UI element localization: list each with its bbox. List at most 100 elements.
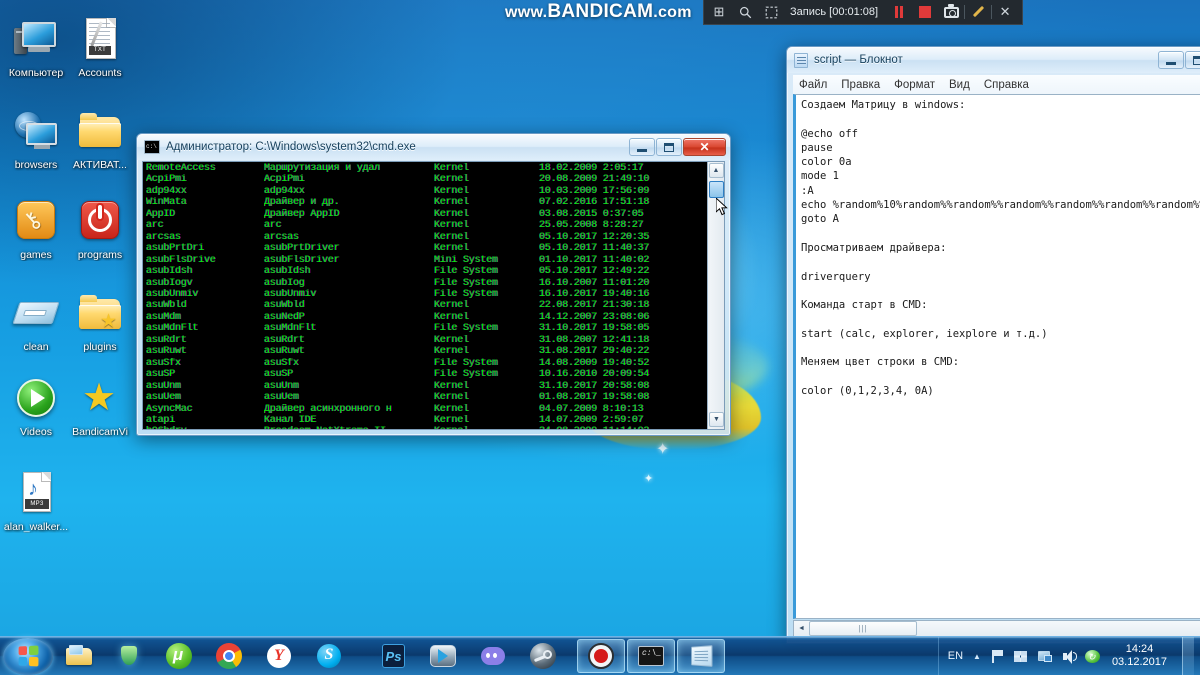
cmd-output-cell: 10.16.2010 20:09:54 (539, 369, 650, 381)
volume-icon[interactable] (1060, 648, 1077, 665)
show-desktop-button[interactable] (1182, 636, 1194, 675)
cmd-close-button[interactable]: ✕ (683, 138, 726, 156)
cmd-vertical-scrollbar[interactable]: ▲ ▼ (707, 162, 724, 429)
search-icon[interactable] (732, 1, 758, 24)
taskbar-cmd[interactable] (627, 639, 675, 673)
notepad-menubar[interactable]: Файл Правка Формат Вид Справка (793, 75, 1200, 94)
cmd-output-row: arc arc Kernel 25.05.2008 8:28:27 (146, 220, 707, 231)
screenshot-camera-icon[interactable] (938, 1, 964, 24)
region-select-icon[interactable] (758, 1, 784, 24)
notepad-horizontal-scrollbar[interactable]: ◄ ||| (793, 620, 1200, 637)
notepad-line: driverquery (801, 270, 871, 283)
bandicam-control-bar[interactable]: ⊞ Запись [00:01:08] ✕ (703, 0, 1024, 25)
menu-item-file[interactable]: Файл (799, 79, 827, 91)
desktop-icon-programs[interactable]: programs (66, 198, 134, 261)
desktop-icon-alan-walker[interactable]: ♪ MP3 alan_walker... (0, 470, 72, 533)
taskbar-explorer[interactable] (55, 639, 103, 673)
cmd-output-row: asuUem asuUem Kernel 01.08.2017 19:58:08 (146, 392, 707, 403)
cmd-scroll-up-arrow[interactable]: ▲ (708, 163, 724, 178)
notepad-line: start (calc, explorer, iexplore и т.д.) (801, 327, 1048, 340)
cmd-maximize-button[interactable] (656, 138, 682, 156)
cmd-scroll-down-arrow[interactable]: ▼ (709, 412, 724, 427)
taskbar-shield[interactable] (105, 639, 153, 673)
taskbar-wmp[interactable] (419, 639, 467, 673)
menu-item-edit[interactable]: Правка (841, 79, 880, 91)
cmd-minimize-button[interactable] (629, 138, 655, 156)
cmd-output-cell: 31.08.2007 12:41:18 (539, 334, 650, 346)
notepad-window[interactable]: script — Блокнот Файл Правка Формат Вид … (786, 46, 1200, 644)
pause-icon[interactable] (886, 1, 912, 24)
tray-overflow-arrow[interactable]: ▲ (973, 652, 981, 661)
cmd-output-cell: 16.10.2017 19:40:16 (539, 288, 650, 300)
draw-pencil-icon[interactable] (965, 1, 991, 24)
notepad-titlebar[interactable]: script — Блокнот (787, 47, 1200, 73)
power-icon (76, 198, 124, 246)
cmd-output-cell: File System (434, 288, 498, 300)
flag-icon[interactable] (988, 648, 1005, 665)
notepad-app-icon (794, 52, 808, 68)
taskbar-discord[interactable] (469, 639, 517, 673)
taskbar-steam[interactable] (519, 639, 567, 673)
cmd-output-cell: Kernel (434, 380, 469, 392)
start-button[interactable] (3, 637, 53, 675)
menu-item-format[interactable]: Формат (894, 79, 935, 91)
update-icon[interactable]: ↻ (1084, 648, 1101, 665)
cmd-output-cell: asuSfx (264, 357, 299, 369)
taskbar-skype[interactable]: S (305, 639, 353, 673)
menu-item-help[interactable]: Справка (984, 79, 1029, 91)
cmd-titlebar[interactable]: Администратор: C:\Windows\system32\cmd.e… (137, 134, 730, 160)
notepad-maximize-button[interactable] (1185, 51, 1200, 69)
cmd-output-cell: Драйвер асинхронного н (264, 403, 392, 415)
menu-item-view[interactable]: Вид (949, 79, 970, 91)
cmd-output-cell: Драйвер и др. (264, 197, 340, 209)
system-tray[interactable]: EN ▲ ↻ 14:24 03.12.2017 (937, 636, 1200, 675)
clock-time: 14:24 (1125, 643, 1154, 655)
cmd-icon (637, 642, 665, 670)
taskbar-yandex[interactable]: Y (255, 639, 303, 673)
desktop-icon-videos[interactable]: Videos (2, 375, 70, 438)
recording-status-label: Запись [00:01:08] (790, 6, 879, 18)
cmd-output-cell: atapi (146, 414, 176, 426)
windows-action-center-icon[interactable] (1012, 648, 1029, 665)
cmd-scroll-thumb[interactable] (709, 181, 724, 198)
notepad-scroll-left-arrow[interactable]: ◄ (794, 621, 809, 636)
target-window-icon[interactable]: ⊞ (706, 1, 732, 24)
cmd-output-row: asubUnmiv asubUnmiv File System 16.10.2017 … (146, 289, 707, 300)
cmd-console-area[interactable]: RemoteAccess Маршрутизация и удал Kernel 18… (142, 161, 725, 430)
notepad-text-area[interactable]: Создаем Матрицу в windows: @echo off paus… (793, 94, 1200, 619)
desktop-icon-activator[interactable]: АКТИВАТ... (66, 108, 134, 171)
desktop-icon-plugins[interactable]: ★ plugins (66, 290, 134, 353)
notepad-line: color 0a (801, 156, 852, 169)
notepad-line (801, 370, 1200, 384)
desktop-icon-browsers[interactable]: browsers (2, 108, 70, 171)
star-icon: ★ (82, 377, 117, 419)
notepad-scroll-right-arrow[interactable] (917, 621, 932, 636)
taskbar-notepad[interactable] (677, 639, 725, 673)
stop-icon[interactable] (912, 1, 938, 24)
language-indicator[interactable]: EN (948, 650, 963, 662)
cmd-output-cell: 31.10.2017 20:58:08 (539, 380, 650, 392)
notepad-scroll-thumb[interactable]: ||| (809, 621, 917, 636)
taskbar[interactable]: μ Y S Ps EN ▲ ↻ 14:24 03.12.2017 (0, 636, 1200, 675)
taskbar-utorrent[interactable]: μ (155, 639, 203, 673)
desktop-icon-clean[interactable]: clean (2, 290, 70, 353)
cmd-output-cell: Kernel (434, 346, 469, 358)
desktop-icon-label: Videos (20, 426, 52, 438)
cmd-output-cell: 31.08.2017 29:40:22 (539, 346, 650, 358)
cmd-output-cell: asubPrtDriver (264, 243, 340, 255)
desktop-icon-games[interactable]: ⚷ games (2, 198, 70, 261)
cmd-output-cell: 16.10.2007 11:01:20 (539, 277, 650, 289)
taskbar-photoshop[interactable]: Ps (369, 639, 417, 673)
taskbar-chrome[interactable] (205, 639, 253, 673)
desktop-icon-computer[interactable]: Компьютер (2, 16, 70, 79)
taskbar-bandicam[interactable] (577, 639, 625, 673)
notepad-minimize-button[interactable] (1158, 51, 1184, 69)
clock[interactable]: 14:24 03.12.2017 (1108, 643, 1171, 669)
close-icon[interactable]: ✕ (992, 1, 1018, 24)
desktop-icon-accounts[interactable]: TXT Accounts (66, 16, 134, 79)
notepad-window-title: script — Блокнот (814, 54, 903, 66)
desktop-icon-bandicamvi[interactable]: ★ BandicamVi (66, 375, 134, 438)
cmd-window[interactable]: Администратор: C:\Windows\system32\cmd.e… (136, 133, 731, 436)
cmd-output-cell: 14.12.2007 23:08:06 (539, 311, 650, 323)
network-icon[interactable] (1036, 648, 1053, 665)
